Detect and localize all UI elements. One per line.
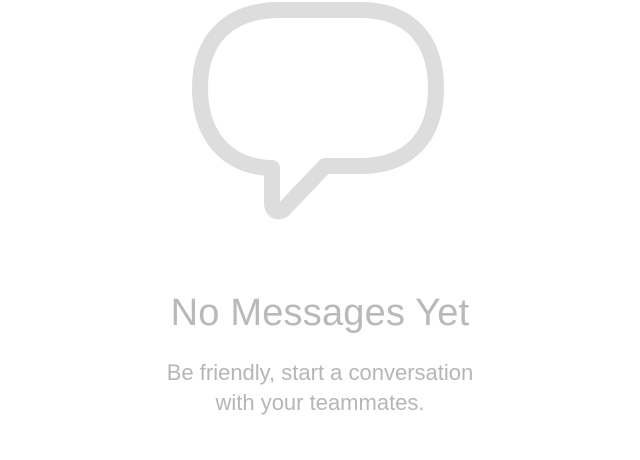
empty-state-subtitle: Be friendly, start a conversation with y… bbox=[0, 358, 640, 418]
empty-state-title: No Messages Yet bbox=[170, 292, 470, 334]
empty-state-subtitle-line-2: with your teammates. bbox=[215, 390, 425, 415]
speech-bubble-icon bbox=[190, 0, 450, 230]
empty-state-subtitle-line-1: Be friendly, start a conversation bbox=[166, 360, 474, 385]
empty-state: No Messages Yet Be friendly, start a con… bbox=[0, 0, 640, 460]
